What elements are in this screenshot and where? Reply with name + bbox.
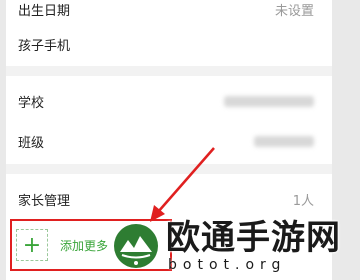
- watermark-title: 欧通手游网: [166, 218, 341, 258]
- site-watermark: 欧通手游网 botot.org: [112, 212, 360, 280]
- school-label: 学校: [18, 95, 45, 111]
- parent-count: 1人: [292, 193, 314, 209]
- plus-icon: +: [16, 229, 48, 261]
- class-value-redacted: [254, 135, 314, 147]
- add-more-label: 添加更多: [60, 238, 109, 253]
- redaction-blur: [254, 135, 314, 147]
- child-phone-label: 孩子手机: [18, 38, 71, 54]
- watermark-logo-icon: [114, 224, 158, 268]
- section-divider: [6, 66, 332, 76]
- class-label: 班级: [18, 135, 45, 151]
- school-value-redacted: [224, 95, 314, 107]
- birthday-value: 未设置: [274, 3, 314, 19]
- watermark-domain: botot.org: [168, 257, 287, 273]
- section-divider: [6, 164, 332, 174]
- birthday-label: 出生日期: [18, 3, 71, 19]
- row-child-phone[interactable]: 孩子手机: [6, 25, 332, 63]
- row-school[interactable]: 学校: [6, 82, 332, 120]
- row-birthday[interactable]: 出生日期 未设置: [6, 0, 332, 28]
- row-class[interactable]: 班级: [6, 122, 332, 160]
- redaction-blur: [224, 95, 314, 107]
- parent-management-label: 家长管理: [18, 193, 71, 209]
